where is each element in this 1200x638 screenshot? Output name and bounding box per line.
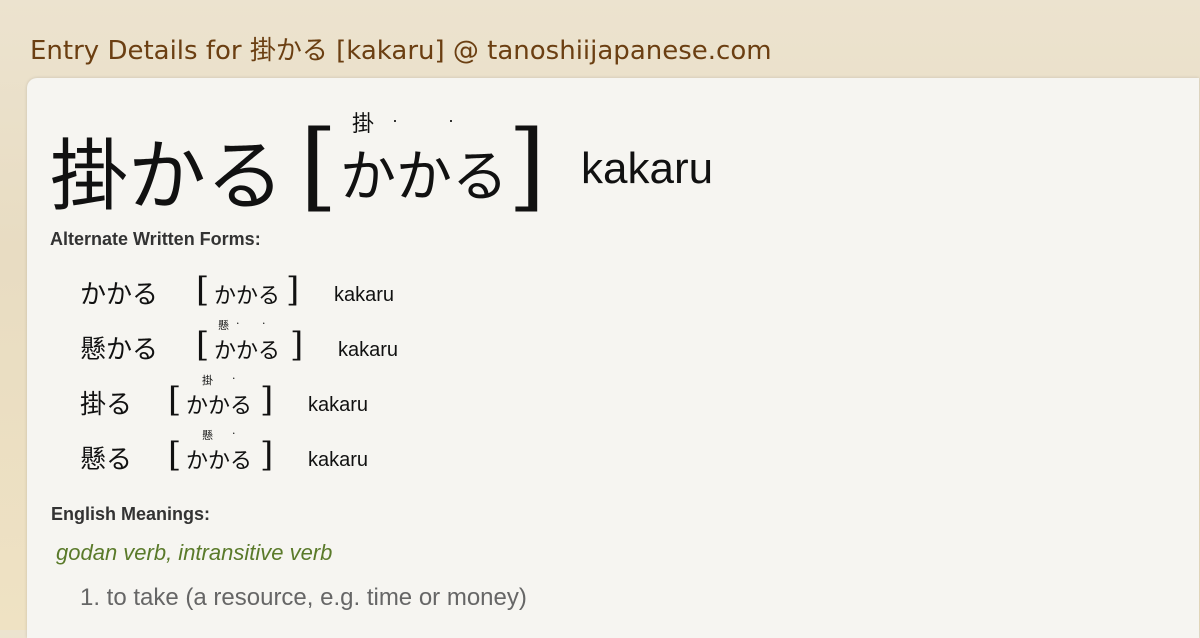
alternate-furigana: 懸 (218, 319, 229, 332)
alternate-romaji: kakaru (338, 339, 399, 361)
alternate-reading: かかる (214, 339, 281, 364)
entry-reading: かかる (340, 145, 508, 210)
bracket-open: [ (196, 270, 210, 310)
bracket-close: ] (260, 380, 274, 420)
alternate-word: 懸かる (80, 335, 159, 365)
alternate-word: 懸る (80, 445, 133, 475)
pitch-dot: · (236, 317, 240, 330)
bracket-open: [ (196, 325, 210, 365)
alternate-reading: かかる (214, 284, 281, 309)
alternate-furigana: 掛 (202, 374, 213, 387)
entry-word: 掛かる (50, 132, 285, 222)
pitch-dot: · (232, 427, 236, 440)
pitch-dot: · (262, 317, 266, 330)
alternate-romaji: kakaru (308, 394, 369, 416)
bracket-open: [ (300, 110, 338, 222)
page-title: Entry Details for 掛かる [kakaru] @ tanoshi… (30, 36, 772, 66)
bracket-close: ] (508, 110, 546, 222)
alternate-furigana: 懸 (202, 429, 213, 442)
pitch-dot: · (448, 110, 454, 130)
alternate-romaji: kakaru (308, 449, 369, 471)
pitch-dot: · (392, 110, 398, 130)
meaning-item: 1. to take (a resource, e.g. time or mon… (80, 584, 527, 611)
alternate-romaji: kakaru (334, 284, 395, 306)
alternate-reading: かかる (186, 394, 253, 419)
entry-romaji: kakaru (581, 144, 714, 193)
alternate-reading: かかる (186, 449, 253, 474)
bracket-close: ] (286, 270, 300, 310)
bracket-close: ] (260, 435, 274, 475)
bracket-open: [ (168, 380, 182, 420)
alternate-word: 掛る (80, 390, 133, 420)
part-of-speech: godan verb, intransitive verb (56, 540, 333, 565)
bracket-close: ] (290, 325, 304, 365)
alternate-word: かかる (80, 280, 159, 310)
alternate-forms-label: Alternate Written Forms: (50, 229, 261, 249)
pitch-dot: · (232, 372, 236, 385)
english-meanings-label: English Meanings: (51, 504, 211, 524)
bracket-open: [ (168, 435, 182, 475)
